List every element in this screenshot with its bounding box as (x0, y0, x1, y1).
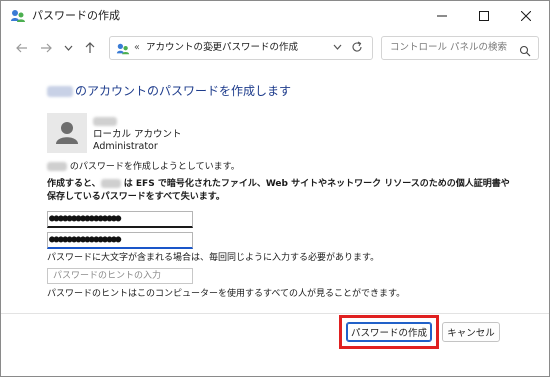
footer-divider (1, 313, 549, 314)
arrow-up-icon (85, 42, 95, 53)
intro-text-content: のパスワードを作成しようとしています。 (69, 162, 240, 172)
window-title: パスワードの作成 (32, 9, 120, 22)
page-title-text: のアカウントのパスワードを作成します (75, 84, 292, 98)
redacted-username (47, 86, 73, 97)
new-password-field[interactable]: ●●●●●●●●●●●●●●●● (47, 211, 193, 228)
maximize-icon (479, 11, 489, 21)
account-type: ローカル アカウント (93, 129, 182, 140)
create-password-window: パスワードの作成 « アカウントの変更 › パスワードの作成 コントロール パネ… (0, 0, 550, 377)
arrow-left-icon (16, 43, 27, 53)
close-button[interactable] (505, 1, 547, 31)
breadcrumb-separator[interactable]: › (210, 42, 214, 54)
chevron-down-icon (64, 45, 72, 51)
back-button[interactable] (13, 39, 31, 57)
user-accounts-icon (10, 8, 26, 24)
account-group: Administrator (93, 141, 158, 152)
warning-text: 作成すると、 は EFS で暗号化されたファイル、Web サイトやネットワーク … (47, 178, 517, 204)
warning-prefix: 作成すると、 (47, 179, 101, 189)
search-icon (519, 42, 531, 57)
recent-locations-button[interactable] (59, 39, 77, 57)
up-button[interactable] (81, 39, 99, 57)
maximize-button[interactable] (463, 1, 505, 31)
forward-button[interactable] (37, 39, 55, 57)
redacted-username (47, 162, 67, 171)
hint-visibility-note: パスワードのヒントはこのコンピューターを使用するすべての人が見ることができます。 (47, 289, 406, 299)
minimize-icon (437, 15, 447, 17)
navigation-bar: « アカウントの変更 › パスワードの作成 コントロール パネルの検索 (1, 31, 549, 65)
cancel-button[interactable]: キャンセル (442, 322, 500, 342)
breadcrumb-create-password[interactable]: パスワードの作成 (222, 42, 298, 54)
hint-placeholder: パスワードのヒントの入力 (53, 271, 162, 281)
search-placeholder: コントロール パネルの検索 (390, 42, 508, 53)
password-hint-input[interactable]: パスワードのヒントの入力 (47, 268, 193, 284)
title-bar: パスワードの作成 (1, 1, 549, 31)
main-content: のアカウントのパスワードを作成します ローカル アカウント Administra… (1, 65, 549, 313)
user-icon (56, 122, 78, 144)
redacted-username (100, 179, 121, 188)
chevron-down-icon (333, 44, 342, 50)
case-sensitivity-note: パスワードに大文字が含まれる場合は、毎回同じように入力する必要があります。 (47, 253, 380, 263)
close-icon (521, 11, 531, 21)
avatar (47, 113, 87, 153)
arrow-right-icon (41, 43, 52, 53)
search-input[interactable]: コントロール パネルの検索 (381, 36, 539, 60)
minimize-button[interactable] (421, 1, 463, 31)
refresh-button[interactable] (351, 41, 363, 56)
redacted-account-name (93, 117, 117, 126)
refresh-icon (352, 41, 362, 52)
user-accounts-icon (116, 41, 130, 55)
page-title: のアカウントのパスワードを作成します (47, 83, 291, 99)
confirm-password-field[interactable]: ●●●●●●●●●●●●●●●● (47, 232, 193, 249)
intro-text: のパスワードを作成しようとしています。 (47, 161, 240, 173)
highlight-box (339, 315, 439, 349)
address-dropdown-button[interactable] (333, 43, 342, 53)
address-overflow-chevron[interactable]: « (134, 42, 140, 54)
